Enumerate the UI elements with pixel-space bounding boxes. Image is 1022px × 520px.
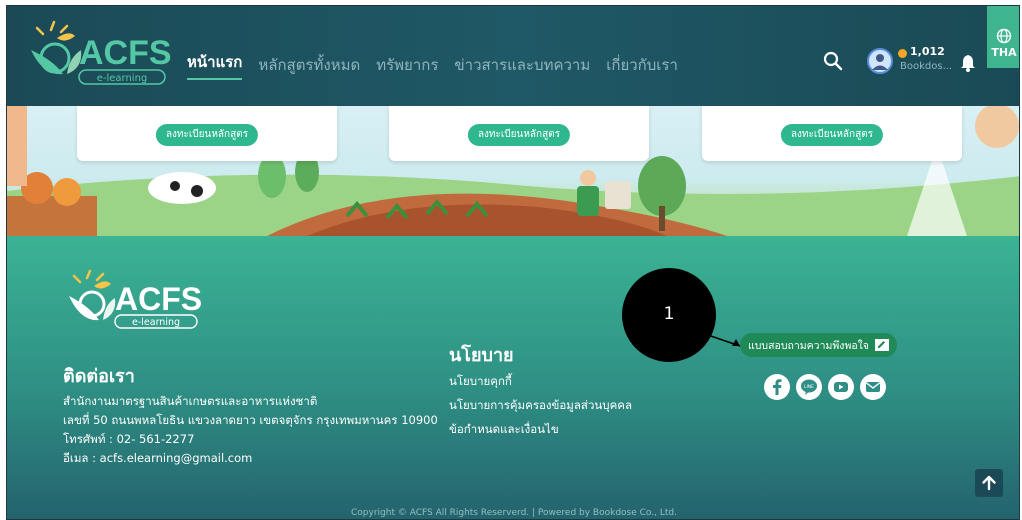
footer-logo-subtext: e-learning (132, 317, 180, 328)
mail-icon[interactable] (860, 374, 886, 400)
nav-item-news-articles[interactable]: ข่าวสารและบทความ (454, 53, 590, 77)
nav-item-about-us[interactable]: เกี่ยวกับเรา (606, 53, 678, 77)
svg-text:LINE: LINE (804, 384, 814, 390)
scroll-to-top-button[interactable] (975, 469, 1003, 497)
copyright-text: Copyright © ACFS All Rights Reserverd. |… (351, 508, 677, 518)
bell-icon[interactable] (960, 54, 976, 72)
facebook-icon[interactable] (764, 374, 790, 400)
logo-subtext: e-learning (97, 73, 148, 84)
contact-phone: โทรศัพท์ : 02- 561-2277 (63, 432, 195, 446)
enroll-course-button[interactable]: ลงทะเบียนหลักสูตร (467, 124, 571, 146)
site-header: ACFS e-learning หน้าแรก หลักสูตรทั้งหมด … (7, 6, 1019, 106)
satisfaction-survey-button[interactable]: แบบสอบถามความพึงพอใจ (740, 333, 897, 357)
nav-item-resources[interactable]: ทรัพยากร (376, 53, 438, 77)
privacy-policy-link[interactable]: นโยบายการคุ้มครองข้อมูลส่วนบุคคล (449, 397, 632, 415)
contact-email[interactable]: อีเมล : acfs.elearning@gmail.com (63, 450, 252, 468)
course-card: ลงทะเบียนหลักสูตร (77, 106, 337, 161)
contact-heading: ติดต่อเรา (63, 366, 135, 387)
edit-icon (874, 339, 889, 351)
arrow-up-icon (982, 475, 996, 491)
course-card: ลงทะเบียนหลักสูตร (702, 106, 962, 161)
nav-item-home[interactable]: หน้าแรก (187, 50, 243, 80)
points-count: 1,012 (910, 45, 945, 58)
nav-item-all-courses[interactable]: หลักสูตรทั้งหมด (258, 53, 360, 77)
username: Bookdos... (900, 61, 953, 72)
coin-icon (898, 49, 907, 58)
search-icon[interactable] (822, 50, 844, 72)
line-icon[interactable]: LINE (796, 374, 822, 400)
terms-link[interactable]: ข้อกำหนดและเงื่อนไข (449, 421, 559, 439)
contact-organization: สำนักงานมาตรฐานสินค้าเกษตรและอาหารแห่งชา… (63, 394, 318, 408)
language-switcher[interactable]: THA (987, 6, 1019, 68)
hero-banner: ลงทะเบียนหลักสูตร ลงทะเบียนหลักสูตร ลงทะ… (7, 106, 1019, 236)
enroll-course-button[interactable]: ลงทะเบียนหลักสูตร (155, 124, 259, 146)
logo-text: ACFS (79, 34, 172, 72)
globe-icon (996, 28, 1012, 44)
cookie-policy-link[interactable]: นโยบายคุกกี้ (449, 373, 512, 391)
main-navigation: หน้าแรก หลักสูตรทั้งหมด ทรัพยากร ข่าวสาร… (187, 50, 678, 80)
browser-viewport: ACFS e-learning หน้าแรก หลักสูตรทั้งหมด … (6, 5, 1020, 520)
footer-logo: ACFS e-learning (63, 269, 203, 334)
annotation-number: 1 (663, 304, 675, 324)
avatar-icon[interactable] (867, 48, 893, 74)
youtube-icon[interactable] (828, 374, 854, 400)
annotation-arrow (701, 332, 741, 347)
site-footer: ACFS e-learning ติดต่อเรา สำนักงานมาตรฐา… (7, 236, 1019, 519)
language-label: THA (991, 46, 1017, 59)
course-card: ลงทะเบียนหลักสูตร (389, 106, 649, 161)
enroll-course-button[interactable]: ลงทะเบียนหลักสูตร (780, 124, 884, 146)
policy-heading: นโยบาย (449, 345, 514, 366)
footer-logo-text: ACFS (115, 281, 202, 317)
site-logo[interactable]: ACFS e-learning (23, 20, 173, 90)
contact-address: เลขที่ 50 ถนนพหลโยธิน แขวงลาดยาว เขตจตุจ… (63, 413, 438, 427)
survey-label: แบบสอบถามความพึงพอใจ (748, 339, 869, 352)
user-menu[interactable]: 1,012 Bookdos... (867, 45, 957, 82)
